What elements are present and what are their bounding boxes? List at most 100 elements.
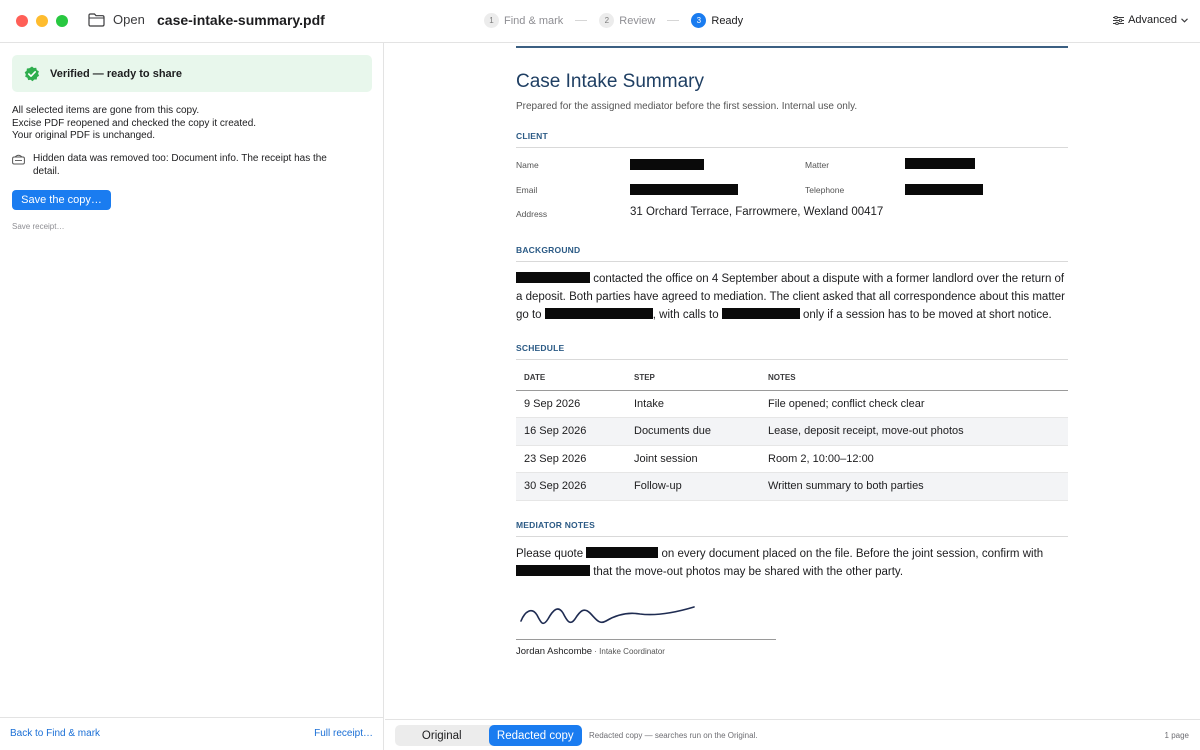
advanced-menu-button[interactable]: Advanced <box>1113 14 1188 26</box>
schedule-section-heading: SCHEDULE <box>516 343 1068 360</box>
redaction-box <box>630 159 704 170</box>
background-section-heading: BACKGROUND <box>516 245 1068 262</box>
table-row: 16 Sep 2026 Documents due Lease, deposit… <box>516 417 1068 446</box>
notes-text: that the move-out photos may be shared w… <box>590 565 904 578</box>
document-title: Case Intake Summary <box>516 71 704 92</box>
save-receipt-link[interactable]: Save receipt… <box>12 222 64 231</box>
client-details: Name Matter Email Telephone Address 31 O… <box>516 148 1068 228</box>
table-cell: Written summary to both parties <box>760 472 1068 501</box>
step-indicator: 1 Find & mark 2 Review 3 Ready <box>484 13 743 28</box>
signatory-name: Jordan Ashcombe <box>516 645 593 657</box>
chevron-down-icon <box>1181 17 1188 23</box>
step-number: 2 <box>599 13 615 28</box>
document-viewer[interactable]: Case Intake Summary Prepared for the ass… <box>385 43 1200 719</box>
window-controls <box>16 15 68 27</box>
table-cell: Documents due <box>626 417 760 446</box>
background-text: , with calls to <box>652 309 722 321</box>
column-header-notes: NOTES <box>760 360 1068 391</box>
step-review[interactable]: 2 Review <box>599 13 655 28</box>
step-ready[interactable]: 3 Ready <box>691 13 743 28</box>
table-cell: 16 Sep 2026 <box>516 417 626 446</box>
document-filename: case-intake-summary.pdf <box>157 12 325 28</box>
schedule-table: DATE STEP NOTES 9 Sep 2026 Intake File o… <box>516 360 1068 501</box>
step-separator <box>667 20 680 21</box>
table-header-row: DATE STEP NOTES <box>516 360 1068 391</box>
advanced-label: Advanced <box>1128 14 1177 26</box>
back-to-find-mark-link[interactable]: Back to Find & mark <box>10 728 100 739</box>
verified-badge-icon <box>24 66 40 81</box>
address-label: Address <box>516 209 548 219</box>
zoom-window-button[interactable] <box>56 15 68 27</box>
redacted-copy-view-button[interactable]: Redacted copy <box>488 725 582 746</box>
status-line: Your original PDF is unchanged. <box>12 130 156 141</box>
redaction-box <box>630 184 738 195</box>
table-row: 30 Sep 2026 Follow-up Written summary to… <box>516 472 1068 501</box>
matter-label: Matter <box>805 160 830 170</box>
column-header-date: DATE <box>516 360 626 391</box>
table-row: 9 Sep 2026 Intake File opened; conflict … <box>516 390 1068 418</box>
document-page: Case Intake Summary Prepared for the ass… <box>516 43 1068 657</box>
redaction-box <box>516 564 590 576</box>
email-label: Email <box>516 185 538 195</box>
table-cell: 23 Sep 2026 <box>516 445 626 473</box>
redaction-box <box>544 308 653 319</box>
save-copy-button[interactable]: Save the copy… <box>12 190 111 210</box>
redaction-box <box>721 308 800 319</box>
table-cell: Intake <box>626 390 760 418</box>
status-line: All selected items are gone from this co… <box>12 105 200 116</box>
client-section-heading: CLIENT <box>516 131 1068 148</box>
redaction-box <box>905 184 983 195</box>
hidden-data-icon <box>12 154 25 165</box>
status-line: Excise PDF reopened and checked the copy… <box>12 117 257 129</box>
table-cell: Joint session <box>626 445 760 473</box>
minimize-window-button[interactable] <box>36 15 48 27</box>
redaction-box <box>905 158 975 169</box>
step-separator <box>575 20 588 21</box>
signature-block: Jordan Ashcombe · Intake Coordinator <box>516 646 1068 657</box>
column-header-step: STEP <box>626 360 760 391</box>
name-label: Name <box>516 160 539 170</box>
table-cell: File opened; conflict check clear <box>760 390 1068 418</box>
view-toggle: Original Redacted copy <box>395 725 582 746</box>
open-label: Open <box>113 12 145 27</box>
verified-title: Verified — ready to share <box>50 67 183 80</box>
step-label: Review <box>619 14 656 27</box>
mediator-notes-section-heading: MEDIATOR NOTES <box>516 520 1068 537</box>
original-view-button[interactable]: Original <box>395 725 489 746</box>
table-cell: 9 Sep 2026 <box>516 390 626 418</box>
full-receipt-link[interactable]: Full receipt… <box>314 728 373 739</box>
page-count: 1 page <box>1164 731 1189 740</box>
page-header-rule <box>516 46 1068 48</box>
sliders-icon <box>1113 15 1125 25</box>
sidebar: Verified — ready to share All selected i… <box>0 43 384 750</box>
step-label: Find & mark <box>504 14 564 27</box>
title-bar: Open case-intake-summary.pdf 1 Find & ma… <box>0 0 1200 43</box>
hidden-data-note: Hidden data was removed too: Document in… <box>12 153 342 178</box>
step-find-mark[interactable]: 1 Find & mark <box>484 13 563 28</box>
document-subtitle: Prepared for the assigned mediator befor… <box>516 101 858 112</box>
redaction-box <box>586 546 659 558</box>
signatory-role: · Intake Coordinator <box>592 646 665 656</box>
background-text: only if a session has to be moved at sho… <box>799 309 1052 321</box>
step-number: 1 <box>484 13 499 28</box>
close-window-button[interactable] <box>16 15 28 27</box>
telephone-label: Telephone <box>805 185 845 195</box>
signature-line <box>516 638 776 640</box>
notes-text: on every document placed on the file. Be… <box>658 547 1044 560</box>
verified-banner: Verified — ready to share <box>12 55 372 92</box>
hidden-data-text: Hidden data was removed too: Document in… <box>33 153 327 177</box>
address-value: 31 Orchard Terrace, Farrowmere, Wexland … <box>630 206 884 218</box>
redaction-box <box>516 272 590 283</box>
table-cell: 30 Sep 2026 <box>516 472 626 501</box>
table-row: 23 Sep 2026 Joint session Room 2, 10:00–… <box>516 445 1068 473</box>
bottom-toolbar: Original Redacted copy Redacted copy — s… <box>385 719 1200 750</box>
step-label: Ready <box>711 14 744 27</box>
status-message: All selected items are gone from this co… <box>12 105 256 143</box>
handwritten-signature <box>520 605 695 624</box>
table-cell: Follow-up <box>626 472 760 501</box>
table-cell: Room 2, 10:00–12:00 <box>760 445 1068 473</box>
folder-icon <box>88 12 105 27</box>
open-button[interactable]: Open <box>88 12 145 27</box>
notes-text: Please quote <box>516 547 587 560</box>
sidebar-footer: Back to Find & mark Full receipt… <box>0 717 383 750</box>
